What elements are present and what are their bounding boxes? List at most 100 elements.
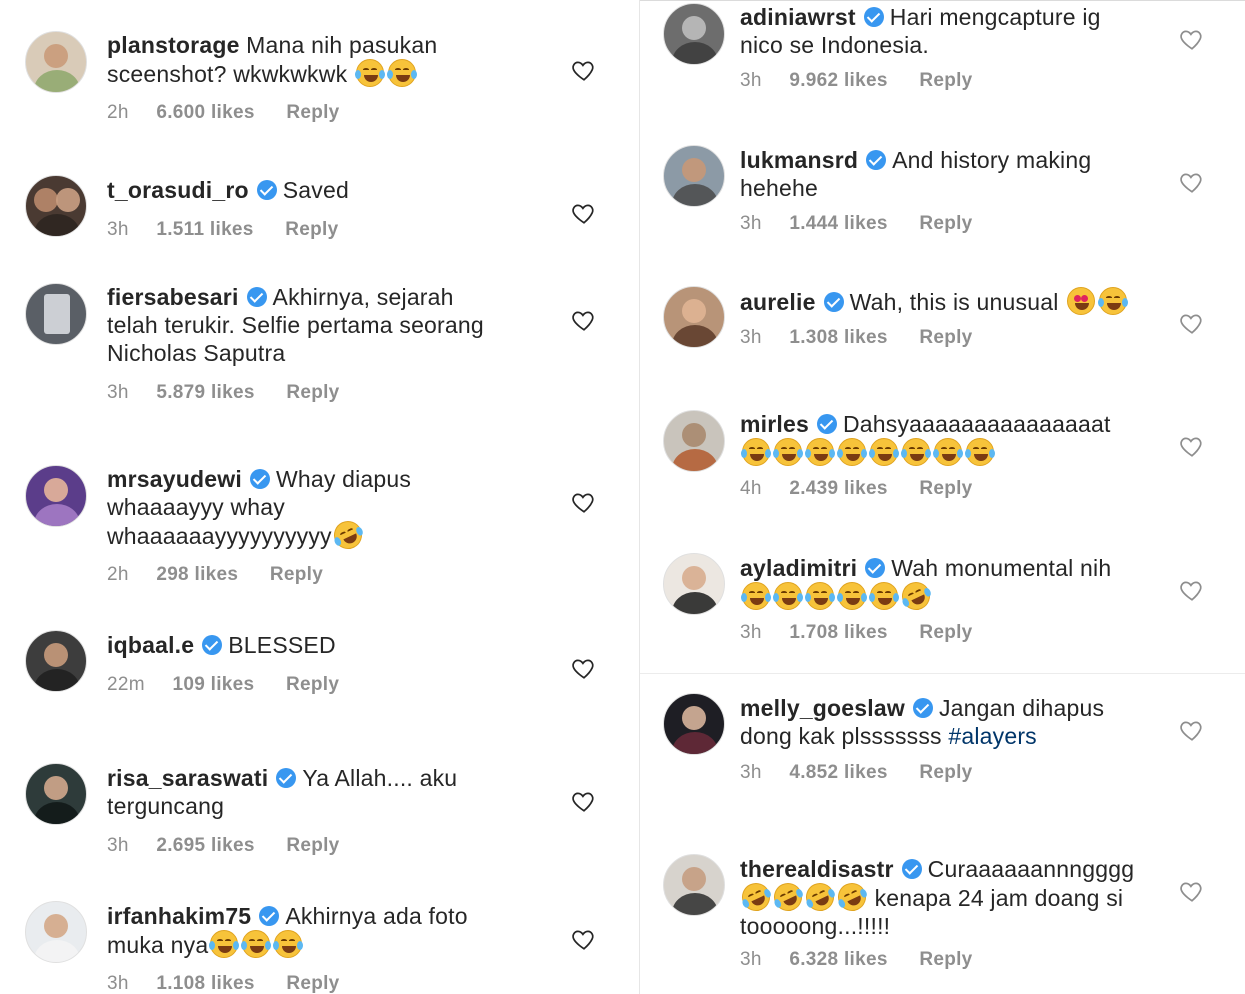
comment-body: Hari mengcapture ig [889,4,1101,30]
reply-button[interactable]: Reply [286,973,339,994]
laugh-cry-emoji [933,438,963,466]
heart-icon[interactable] [1179,433,1205,459]
username[interactable]: ayladimitri [740,555,857,581]
likes-count[interactable]: 1.444 likes [789,213,887,235]
reply-button[interactable]: Reply [919,949,972,971]
comment-timestamp: 3h [107,219,129,240]
avatar[interactable] [663,410,725,472]
avatar[interactable] [25,31,87,93]
username[interactable]: iqbaal.e [107,632,194,658]
reply-button[interactable]: Reply [286,102,339,124]
reply-button[interactable]: Reply [919,213,972,235]
avatar[interactable] [663,854,725,916]
likes-count[interactable]: 1.708 likes [789,622,887,644]
username[interactable]: mirles [740,411,809,437]
comment-meta: 2h 298 likes Reply [107,564,323,586]
hashtag-link[interactable]: #alayers [948,723,1037,749]
heart-icon[interactable] [571,307,597,333]
reply-button[interactable]: Reply [285,219,338,241]
comment-body: Akhirnya ada foto [285,903,468,929]
heart-eyes-emoji [1067,287,1096,315]
username[interactable]: adiniawrst [740,4,856,30]
laugh-cry-emoji [1098,287,1129,315]
likes-count[interactable]: 298 likes [156,564,238,586]
reply-button[interactable]: Reply [286,835,339,857]
reply-button[interactable]: Reply [919,622,972,644]
likes-count[interactable]: 1.511 likes [156,219,253,241]
heart-icon[interactable] [1179,577,1205,603]
likes-count[interactable]: 4.852 likes [789,762,887,784]
comment-text: mirles Dahsyaaaaaaaaaaaaaaat [740,410,1180,467]
avatar[interactable] [663,553,725,615]
avatar[interactable] [25,630,87,692]
comment-body: And history making [892,147,1092,173]
heart-icon[interactable] [1179,26,1205,52]
rofl-emoji [769,878,807,916]
likes-count[interactable]: 2.695 likes [156,835,254,857]
comment-meta: 3h 5.879 likes Reply [107,382,340,404]
username[interactable]: t_orasudi_ro [107,177,249,203]
username[interactable]: aurelie [740,289,816,315]
avatar[interactable] [663,3,725,65]
comment-timestamp: 2h [107,102,129,123]
avatar[interactable] [25,465,87,527]
comment-text: aurelie Wah, this is unusual [740,287,1180,316]
avatar[interactable] [25,901,87,963]
avatar[interactable] [25,763,87,825]
heart-icon[interactable] [1179,169,1205,195]
verified-badge-icon [202,635,223,655]
comment-body: hehehe [740,175,818,201]
heart-icon[interactable] [571,926,597,952]
avatar[interactable] [25,283,87,345]
comment-body: Curaaaaaannngggg [927,856,1135,882]
heart-icon[interactable] [1179,878,1205,904]
heart-icon[interactable] [571,788,597,814]
likes-count[interactable]: 109 likes [172,674,254,696]
username[interactable]: irfanhakim75 [107,903,251,929]
avatar[interactable] [663,145,725,207]
verified-badge-icon [256,180,277,200]
username[interactable]: melly_goeslaw [740,695,905,721]
username[interactable]: risa_saraswati [107,765,268,791]
heart-icon[interactable] [571,655,597,681]
likes-count[interactable]: 1.308 likes [789,327,887,349]
comment-text: risa_saraswati Ya Allah.... aku terguncan… [107,764,567,820]
comment-body: Saved [282,177,349,203]
heart-icon[interactable] [1179,310,1205,336]
username[interactable]: mrsayudewi [107,466,242,492]
username[interactable]: therealdisastr [740,856,894,882]
likes-count[interactable]: 6.600 likes [156,102,254,124]
rofl-emoji [897,577,935,615]
verified-badge-icon [276,768,297,788]
verified-badge-icon [259,906,280,926]
verified-badge-icon [912,698,933,718]
reply-button[interactable]: Reply [919,478,972,500]
reply-button[interactable]: Reply [270,564,323,586]
likes-count[interactable]: 1.108 likes [156,973,254,994]
comment-timestamp: 22m [107,674,145,695]
heart-icon[interactable] [571,57,597,83]
likes-count[interactable]: 6.328 likes [789,949,887,971]
reply-button[interactable]: Reply [919,70,972,92]
heart-icon[interactable] [571,489,597,515]
likes-count[interactable]: 9.962 likes [789,70,887,92]
username[interactable]: lukmansrd [740,147,858,173]
avatar[interactable] [25,175,87,237]
heart-icon[interactable] [571,200,597,226]
reply-button[interactable]: Reply [919,327,972,349]
comment-body: sceenshot? wkwkwkwk [107,61,348,87]
username[interactable]: fiersabesari [107,284,239,310]
avatar[interactable] [663,693,725,755]
laugh-cry-emoji [805,582,835,610]
likes-count[interactable]: 2.439 likes [789,478,887,500]
avatar[interactable] [663,286,725,348]
laugh-cry-emoji [837,582,867,610]
reply-button[interactable]: Reply [919,762,972,784]
reply-button[interactable]: Reply [286,674,339,696]
laugh-cry-emoji [901,438,931,466]
heart-icon[interactable] [1179,717,1205,743]
username[interactable]: planstorage [107,32,240,58]
verified-badge-icon [863,7,884,27]
likes-count[interactable]: 5.879 likes [156,382,254,404]
reply-button[interactable]: Reply [286,382,339,404]
